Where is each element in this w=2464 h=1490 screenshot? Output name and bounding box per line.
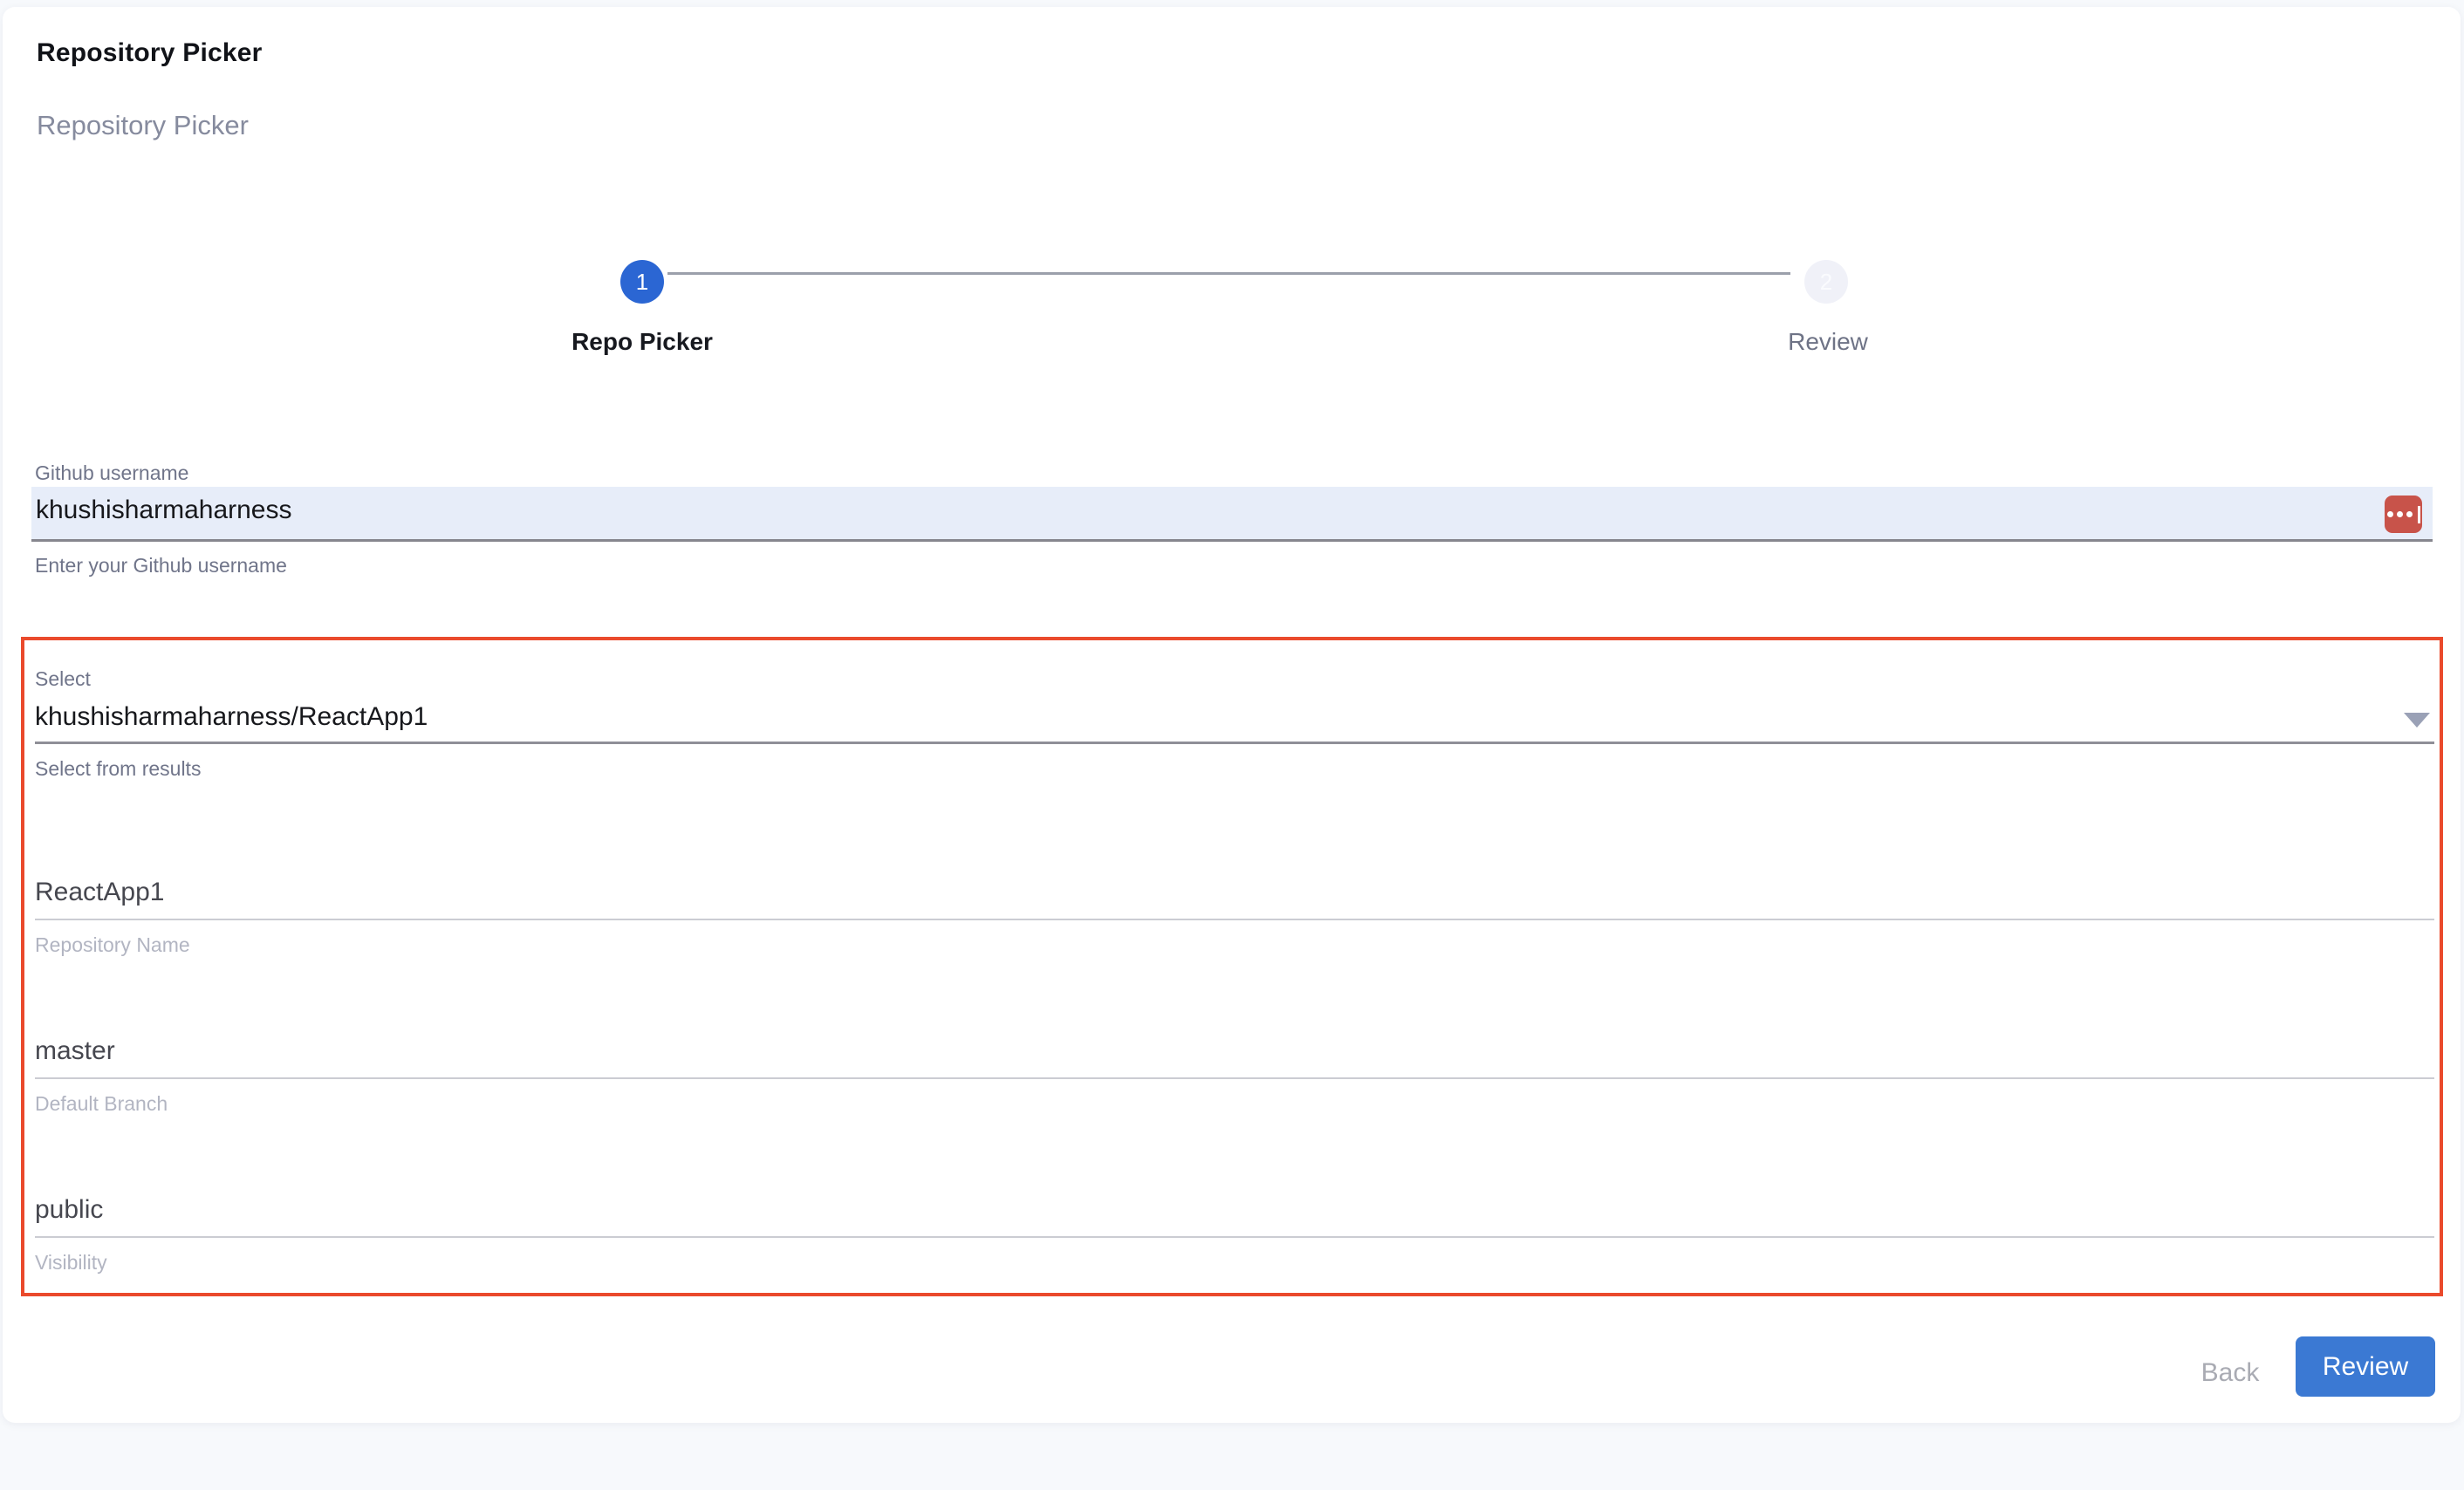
github-username-helper: Enter your Github username [35, 554, 287, 578]
default-branch-value: master [35, 1036, 115, 1066]
github-username-input[interactable] [31, 487, 2433, 539]
step-1-label: Repo Picker [572, 328, 713, 356]
github-username-label: Github username [35, 461, 188, 485]
field-underline [35, 919, 2434, 920]
lastpass-bar [2418, 506, 2420, 523]
field-underline [35, 1077, 2434, 1079]
repo-select-value: khushisharmaharness/ReactApp1 [35, 698, 2434, 736]
lastpass-icon[interactable] [2385, 496, 2422, 533]
field-underline [35, 1236, 2434, 1238]
step-1-number: 1 [636, 269, 648, 296]
repository-name-value: ReactApp1 [35, 878, 164, 907]
repo-select-helper: Select from results [35, 757, 201, 781]
repo-select-dropdown[interactable]: khushisharmaharness/ReactApp1 [35, 698, 2434, 744]
repository-name-field: ReactApp1 Repository Name [35, 878, 2434, 965]
chevron-down-icon [2404, 713, 2430, 728]
lastpass-dot [2397, 511, 2403, 517]
step-2-indicator[interactable]: 2 [1804, 260, 1848, 304]
step-2-number: 2 [1820, 269, 1832, 296]
lastpass-dot [2387, 511, 2393, 517]
visibility-label: Visibility [35, 1251, 107, 1275]
visibility-value: public [35, 1195, 103, 1225]
review-button[interactable]: Review [2296, 1336, 2435, 1397]
step-2-label: Review [1788, 328, 1868, 356]
visibility-field: public Visibility [35, 1195, 2434, 1282]
lastpass-dot [2406, 511, 2413, 517]
github-username-field [31, 487, 2433, 542]
page-subtitle: Repository Picker [37, 110, 249, 141]
repo-select-label: Select [35, 667, 91, 691]
step-1-indicator[interactable]: 1 [620, 260, 664, 304]
page-title: Repository Picker [37, 38, 263, 68]
repository-name-label: Repository Name [35, 933, 190, 957]
default-branch-label: Default Branch [35, 1092, 168, 1116]
default-branch-field: master Default Branch [35, 1036, 2434, 1124]
back-button[interactable]: Back [2182, 1350, 2278, 1396]
stepper-connector-line [667, 272, 1790, 275]
repository-picker-card: Repository Picker Repository Picker 1 2 … [3, 7, 2461, 1423]
